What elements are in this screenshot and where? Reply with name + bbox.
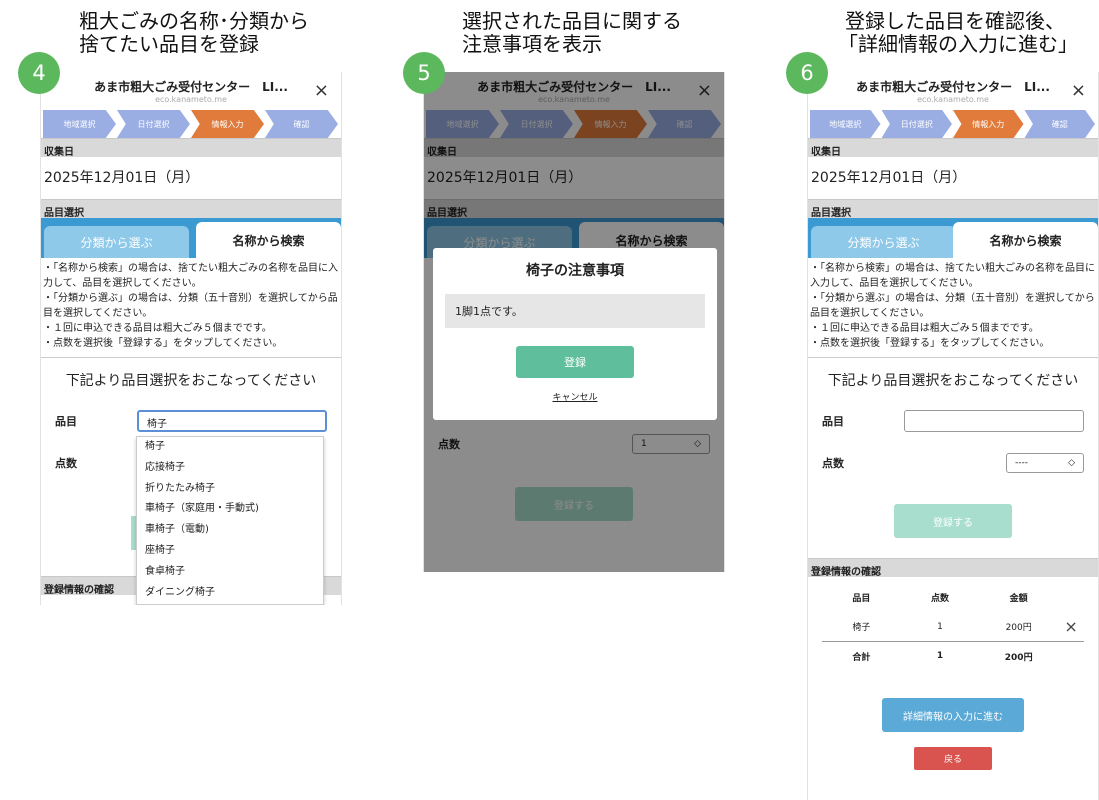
note: ・点数を選択後「登録する」をタップしてください。 (810, 338, 1050, 349)
app-title: あま市粗大ごみ受付センター LI... (856, 80, 1050, 94)
notes: ・「名称から検索」の場合は、捨てたい粗大ごみの名称を品目に入力して、品目を選択し… (41, 258, 341, 357)
table-row: 椅子 1 200円 × (822, 612, 1084, 641)
section-date: 収集日 (808, 138, 1098, 158)
suggestion-item[interactable]: 車椅子（家庭用・手動式) (137, 499, 323, 520)
col-count: 点数 (931, 594, 950, 604)
note: ・点数を選択後「登録する」をタップしてください。 (43, 338, 283, 349)
step-badge: 5 (403, 52, 445, 94)
item-input[interactable] (904, 410, 1084, 432)
note: ・「名称から検索」の場合は、捨てたい粗大ごみの名称を品目に入力して、品目を選択し… (810, 263, 1095, 289)
caution-modal: 椅子の注意事項 1脚1点です。 登録 キャンセル (433, 248, 717, 420)
count-row: 点数 ---- ◇ (808, 442, 1098, 484)
close-icon[interactable]: × (314, 80, 329, 101)
chevron-updown-icon: ◇ (1068, 458, 1075, 468)
note: ・「分類から選ぶ」の場合は、分類（五十音別）を選択してから品目を選択してください… (810, 293, 1095, 319)
collection-date: 2025年12月01日（月） (811, 170, 967, 186)
item-label: 品目 (822, 415, 844, 428)
item-label: 品目 (55, 415, 77, 428)
caption-line2: 「詳細情報の入力に進む」 (838, 32, 1078, 56)
modal-title: 椅子の注意事項 (526, 263, 624, 279)
section-item: 品目選択 (41, 199, 341, 219)
phone-screen: あま市粗大ごみ受付センター LI... eco.kanameto.me × 地域… (423, 72, 725, 572)
step-confirm: 確認 (265, 110, 338, 138)
count-value: ---- (1015, 458, 1028, 468)
total-price: 200円 (1004, 652, 1033, 663)
app-url: eco.kanameto.me (917, 95, 989, 104)
note: ・「名称から検索」の場合は、捨てたい粗大ごみの名称を品目に入力して、品目を選択し… (43, 263, 338, 289)
app-header: あま市粗大ごみ受付センター LI... eco.kanameto.me × (41, 72, 341, 110)
note: ・「分類から選ぶ」の場合は、分類（五十音別）を選択してから品目を選択してください… (43, 293, 338, 319)
progress-steps: 地域選択 日付選択 情報入力 確認 (808, 110, 1098, 138)
progress-steps: 地域選択 日付選択 情報入力 確認 (41, 110, 341, 138)
item-row: 品目 (808, 400, 1098, 442)
app-header: あま市粗大ごみ受付センター LI... eco.kanameto.me × (808, 72, 1098, 110)
cell-item: 椅子 (852, 623, 871, 633)
suggestion-item[interactable]: 椅子 (137, 437, 323, 458)
count-label: 点数 (55, 457, 77, 470)
item-input[interactable]: 椅子 (137, 410, 327, 432)
section-confirm: 登録情報の確認 (808, 558, 1098, 578)
caption-line1: 登録した品目を確認後、 (845, 9, 1065, 33)
modal-ok-button[interactable]: 登録 (516, 346, 634, 378)
step-date: 日付選択 (881, 110, 952, 138)
suggestion-item[interactable]: ダイニング椅子 (137, 583, 323, 604)
count-label: 点数 (822, 457, 844, 470)
step-badge: 6 (786, 52, 828, 94)
caption-line1: 選択された品目に関する (462, 9, 682, 33)
notes: ・「名称から検索」の場合は、捨てたい粗大ごみの名称を品目に入力して、品目を選択し… (808, 258, 1098, 357)
suggestion-item[interactable]: 応接椅子 (137, 458, 323, 479)
suggestion-item[interactable]: 車椅子（電動) (137, 520, 323, 541)
caption-line2: 捨てたい品目を登録 (79, 32, 259, 56)
app-title: あま市粗大ごみ受付センター LI... (94, 80, 288, 94)
instruction: 下記より品目選択をおこなってください (41, 357, 341, 400)
tab-category[interactable]: 分類から選ぶ (44, 226, 189, 258)
note: ・１回に申込できる品目は粗大ごみ５個までです。 (810, 323, 1039, 334)
step-date: 日付選択 (117, 110, 190, 138)
phone-screen: あま市粗大ごみ受付センター LI... eco.kanameto.me × 地域… (40, 72, 342, 605)
note: ・１回に申込できる品目は粗大ごみ５個までです。 (43, 323, 272, 334)
caption-line2: 注意事項を表示 (462, 32, 602, 56)
phone-screen: あま市粗大ごみ受付センター LI... eco.kanameto.me × 地域… (807, 72, 1099, 800)
step-confirm: 確認 (1024, 110, 1095, 138)
section-date: 収集日 (41, 138, 341, 158)
modal-body: 1脚1点です。 (445, 294, 705, 328)
table-header: 品目 点数 金額 (822, 583, 1084, 612)
registered-table: 品目 点数 金額 椅子 1 200円 × 合計 1 200円 (822, 583, 1084, 670)
tab-name-search[interactable]: 名称から検索 (953, 222, 1098, 258)
tab-bar: 分類から選ぶ 名称から検索 (808, 218, 1098, 258)
suggestion-item[interactable]: 折りたたみ椅子 (137, 479, 323, 500)
suggestion-list: 椅子 応接椅子 折りたたみ椅子 車椅子（家庭用・手動式) 車椅子（電動) 座椅子… (136, 436, 324, 605)
close-icon[interactable]: × (1071, 80, 1086, 101)
col-price: 金額 (1009, 594, 1028, 604)
back-button[interactable]: 戻る (914, 747, 992, 770)
section-item: 品目選択 (808, 199, 1098, 219)
suggestion-item[interactable]: 座椅子 (137, 541, 323, 562)
step-badge: 4 (18, 52, 60, 94)
step-region: 地域選択 (810, 110, 881, 138)
step-info: 情報入力 (191, 110, 264, 138)
caption-line1: 粗大ごみの名称･分類から (79, 9, 309, 33)
instruction: 下記より品目選択をおこなってください (808, 357, 1098, 400)
tab-name-search[interactable]: 名称から検索 (196, 222, 341, 258)
total-label: 合計 (852, 652, 871, 663)
total-count: 1 (936, 651, 944, 661)
cell-price: 200円 (1005, 623, 1032, 633)
step-info: 情報入力 (953, 110, 1024, 138)
modal-cancel-link[interactable]: キャンセル (433, 390, 717, 403)
register-button[interactable]: 登録する (894, 504, 1012, 538)
proceed-details-button[interactable]: 詳細情報の入力に進む (882, 698, 1024, 732)
app-url: eco.kanameto.me (155, 95, 227, 104)
step-region: 地域選択 (43, 110, 116, 138)
table-total-row: 合計 1 200円 (822, 641, 1084, 670)
cell-count: 1 (937, 621, 943, 632)
collection-date: 2025年12月01日（月） (44, 170, 200, 186)
tab-bar: 分類から選ぶ 名称から検索 (41, 218, 341, 258)
remove-icon[interactable]: × (1058, 617, 1084, 636)
suggestion-item[interactable]: 食卓椅子 (137, 562, 323, 583)
col-item: 品目 (852, 594, 871, 604)
count-select[interactable]: ---- ◇ (1006, 453, 1084, 473)
tab-category[interactable]: 分類から選ぶ (811, 226, 956, 258)
